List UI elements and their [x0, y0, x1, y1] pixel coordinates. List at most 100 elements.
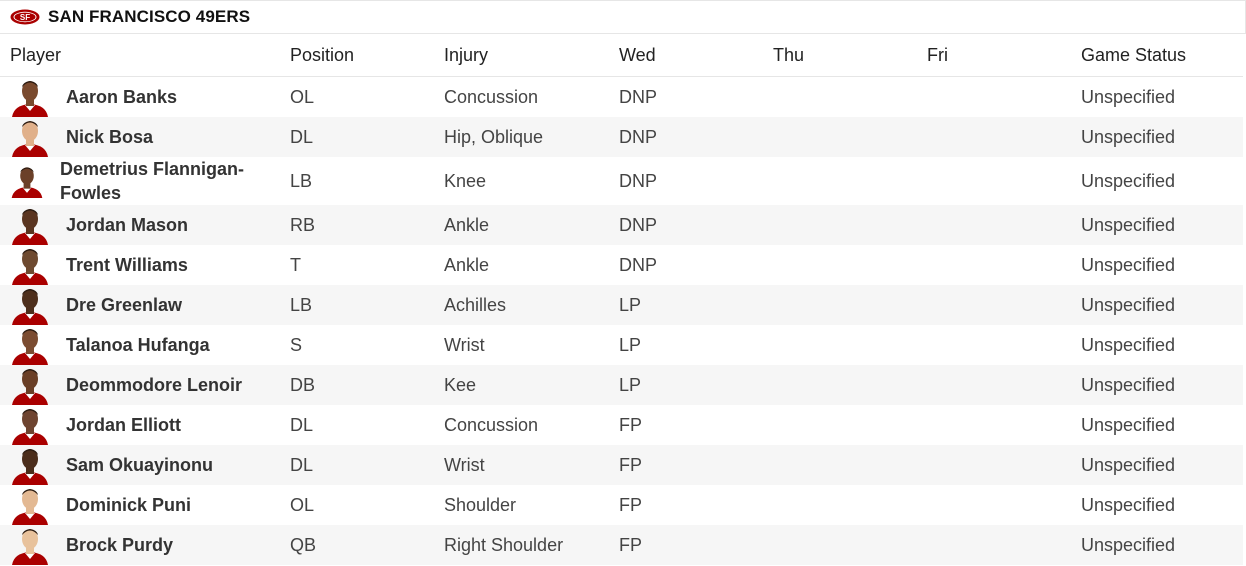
cell-thu	[763, 525, 917, 565]
player-info: Sam Okuayinonu	[10, 445, 280, 485]
cell-injury: Hip, Oblique	[434, 117, 609, 157]
player-cell: Dre Greenlaw	[0, 285, 280, 325]
cell-position: DB	[280, 365, 434, 405]
table-row: Aaron Banks OL Concussion DNP Unspecified	[0, 77, 1243, 118]
column-header-injury[interactable]: Injury	[434, 34, 609, 77]
player-info: Nick Bosa	[10, 117, 280, 157]
cell-wed: DNP	[619, 86, 658, 107]
cell-thu	[763, 117, 917, 157]
player-headshot-icon[interactable]	[10, 117, 50, 157]
cell-fri	[917, 117, 1071, 157]
cell-thu	[763, 77, 917, 118]
player-name-link[interactable]: Jordan Mason	[66, 213, 188, 237]
cell-position: DL	[280, 445, 434, 485]
cell-game-status: Unspecified	[1081, 414, 1176, 435]
cell-wed: DNP	[619, 170, 658, 191]
table-header-row: Player Position Injury Wed Thu Fri Game …	[0, 34, 1243, 77]
column-header-thu[interactable]: Thu	[763, 34, 917, 77]
player-headshot-icon[interactable]	[10, 325, 50, 365]
cell-game-status: Unspecified	[1071, 525, 1243, 565]
cell-injury: Shoulder	[444, 494, 517, 515]
player-headshot-icon[interactable]	[10, 365, 50, 405]
cell-position: LB	[290, 170, 313, 191]
player-name-link[interactable]: Demetrius Flannigan-Fowles	[60, 157, 260, 205]
cell-wed: LP	[619, 334, 642, 355]
player-headshot-icon[interactable]	[10, 405, 50, 445]
table-row: Dre Greenlaw LB Achilles LP Unspecified	[0, 285, 1243, 325]
player-name-link[interactable]: Jordan Elliott	[66, 413, 181, 437]
player-cell: Brock Purdy	[0, 525, 280, 565]
cell-thu	[763, 405, 917, 445]
player-cell: Nick Bosa	[0, 117, 280, 157]
player-cell: Dominick Puni	[0, 485, 280, 525]
cell-injury: Wrist	[444, 334, 485, 355]
column-header-position[interactable]: Position	[280, 34, 434, 77]
player-headshot-icon[interactable]	[10, 77, 50, 117]
player-name-link[interactable]: Sam Okuayinonu	[66, 453, 213, 477]
cell-fri	[917, 485, 1071, 525]
cell-game-status: Unspecified	[1081, 86, 1176, 107]
table-row: Jordan Mason RB Ankle DNP Unspecified	[0, 205, 1243, 245]
cell-position: DL	[280, 117, 434, 157]
cell-fri	[917, 77, 1071, 118]
cell-game-status: Unspecified	[1071, 205, 1243, 245]
player-headshot-icon[interactable]	[10, 445, 50, 485]
cell-position: OL	[290, 494, 315, 515]
cell-game-status: Unspecified	[1071, 117, 1243, 157]
player-headshot-icon[interactable]	[10, 285, 50, 325]
player-name-link[interactable]: Dre Greenlaw	[66, 293, 182, 317]
player-info: Jordan Mason	[10, 205, 280, 245]
player-info: Deommodore Lenoir	[10, 365, 280, 405]
table-row: Brock Purdy QB Right Shoulder FP Unspecified	[0, 525, 1243, 565]
cell-position: DL	[290, 414, 314, 435]
player-headshot-icon[interactable]	[10, 164, 44, 198]
cell-wed: DNP	[609, 117, 763, 157]
player-headshot-icon[interactable]	[10, 485, 50, 525]
cell-game-status: Unspecified	[1081, 254, 1176, 275]
cell-fri	[917, 245, 1071, 285]
cell-thu	[763, 325, 917, 365]
table-row: Jordan Elliott DL Concussion FP Unspecified	[0, 405, 1243, 445]
player-name-link[interactable]: Aaron Banks	[66, 85, 177, 109]
player-cell: Trent Williams	[0, 245, 280, 285]
column-header-game-status[interactable]: Game Status	[1071, 34, 1243, 77]
player-name-link[interactable]: Brock Purdy	[66, 533, 173, 557]
column-header-fri[interactable]: Fri	[917, 34, 1071, 77]
injury-table: Player Position Injury Wed Thu Fri Game …	[0, 34, 1243, 565]
cell-injury: Wrist	[434, 445, 609, 485]
player-headshot-icon[interactable]	[10, 245, 50, 285]
column-header-wed[interactable]: Wed	[609, 34, 763, 77]
cell-position: S	[290, 334, 303, 355]
cell-wed: FP	[619, 414, 643, 435]
cell-game-status: Unspecified	[1071, 445, 1243, 485]
table-row: Dominick Puni OL Shoulder FP Unspecified	[0, 485, 1243, 525]
cell-injury: Ankle	[434, 205, 609, 245]
player-cell: Deommodore Lenoir	[0, 365, 280, 405]
player-headshot-icon[interactable]	[10, 205, 50, 245]
player-name-link[interactable]: Dominick Puni	[66, 493, 191, 517]
cell-position: T	[290, 254, 301, 275]
cell-wed: LP	[609, 365, 763, 405]
cell-injury: Achilles	[434, 285, 609, 325]
cell-wed: DNP	[609, 205, 763, 245]
player-name-link[interactable]: Deommodore Lenoir	[66, 373, 242, 397]
cell-fri	[917, 365, 1071, 405]
player-info: Talanoa Hufanga	[10, 325, 280, 365]
player-cell: Demetrius Flannigan-Fowles	[0, 157, 280, 205]
cell-fri	[917, 325, 1071, 365]
table-row: Nick Bosa DL Hip, Oblique DNP Unspecified	[0, 117, 1243, 157]
player-headshot-icon[interactable]	[10, 525, 50, 565]
player-name-link[interactable]: Trent Williams	[66, 253, 188, 277]
cell-fri	[917, 285, 1071, 325]
cell-injury: Knee	[444, 170, 487, 191]
team-header: SF SAN FRANCISCO 49ERS	[0, 0, 1246, 34]
player-cell: Jordan Elliott	[0, 405, 280, 445]
player-name-link[interactable]: Nick Bosa	[66, 125, 153, 149]
player-name-link[interactable]: Talanoa Hufanga	[66, 333, 210, 357]
cell-fri	[917, 525, 1071, 565]
cell-wed: FP	[609, 445, 763, 485]
table-row: Talanoa Hufanga S Wrist LP Unspecified	[0, 325, 1243, 365]
cell-game-status: Unspecified	[1071, 285, 1243, 325]
column-header-player[interactable]: Player	[0, 34, 280, 77]
injury-report: SF SAN FRANCISCO 49ERS Player Position I…	[0, 0, 1246, 566]
